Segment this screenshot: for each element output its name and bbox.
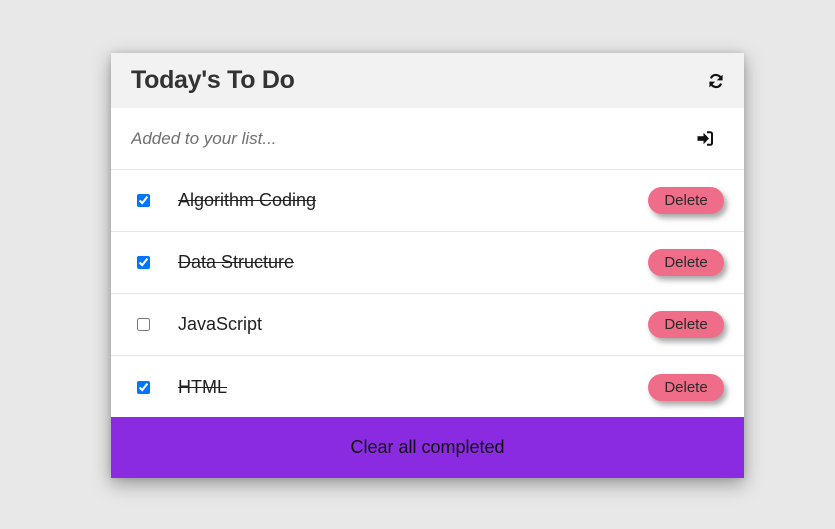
todo-card: Today's To Do Algorithm Coding Delete — [111, 53, 744, 478]
todo-label: Algorithm Coding — [178, 190, 317, 210]
todo-checkbox[interactable] — [137, 380, 150, 394]
delete-button[interactable]: Delete — [648, 311, 724, 338]
list-item: Data Structure Delete — [111, 232, 744, 294]
list-item: HTML Delete — [111, 356, 744, 418]
clear-completed-label: Clear all completed — [350, 437, 505, 457]
add-todo-row — [111, 108, 744, 170]
todo-header: Today's To Do — [111, 53, 744, 108]
add-todo-input[interactable] — [131, 128, 631, 149]
todo-checkbox[interactable] — [137, 194, 150, 207]
list-item: Algorithm Coding Delete — [111, 170, 744, 232]
page-title: Today's To Do — [131, 66, 295, 94]
todo-label: HTML — [178, 376, 227, 397]
todo-checkbox[interactable] — [137, 256, 150, 269]
clear-completed-button[interactable]: Clear all completed — [111, 417, 744, 478]
todo-label: Data Structure — [178, 252, 295, 272]
todo-label: JavaScript — [178, 314, 263, 334]
sync-icon[interactable] — [707, 72, 725, 90]
list-item: JavaScript Delete — [111, 294, 744, 356]
sign-in-icon[interactable] — [696, 130, 714, 148]
todo-list: Algorithm Coding Delete Data Structure D… — [111, 170, 744, 418]
todo-checkbox[interactable] — [137, 318, 150, 331]
delete-button[interactable]: Delete — [648, 249, 724, 276]
delete-button[interactable]: Delete — [648, 187, 724, 214]
delete-button[interactable]: Delete — [648, 373, 724, 401]
